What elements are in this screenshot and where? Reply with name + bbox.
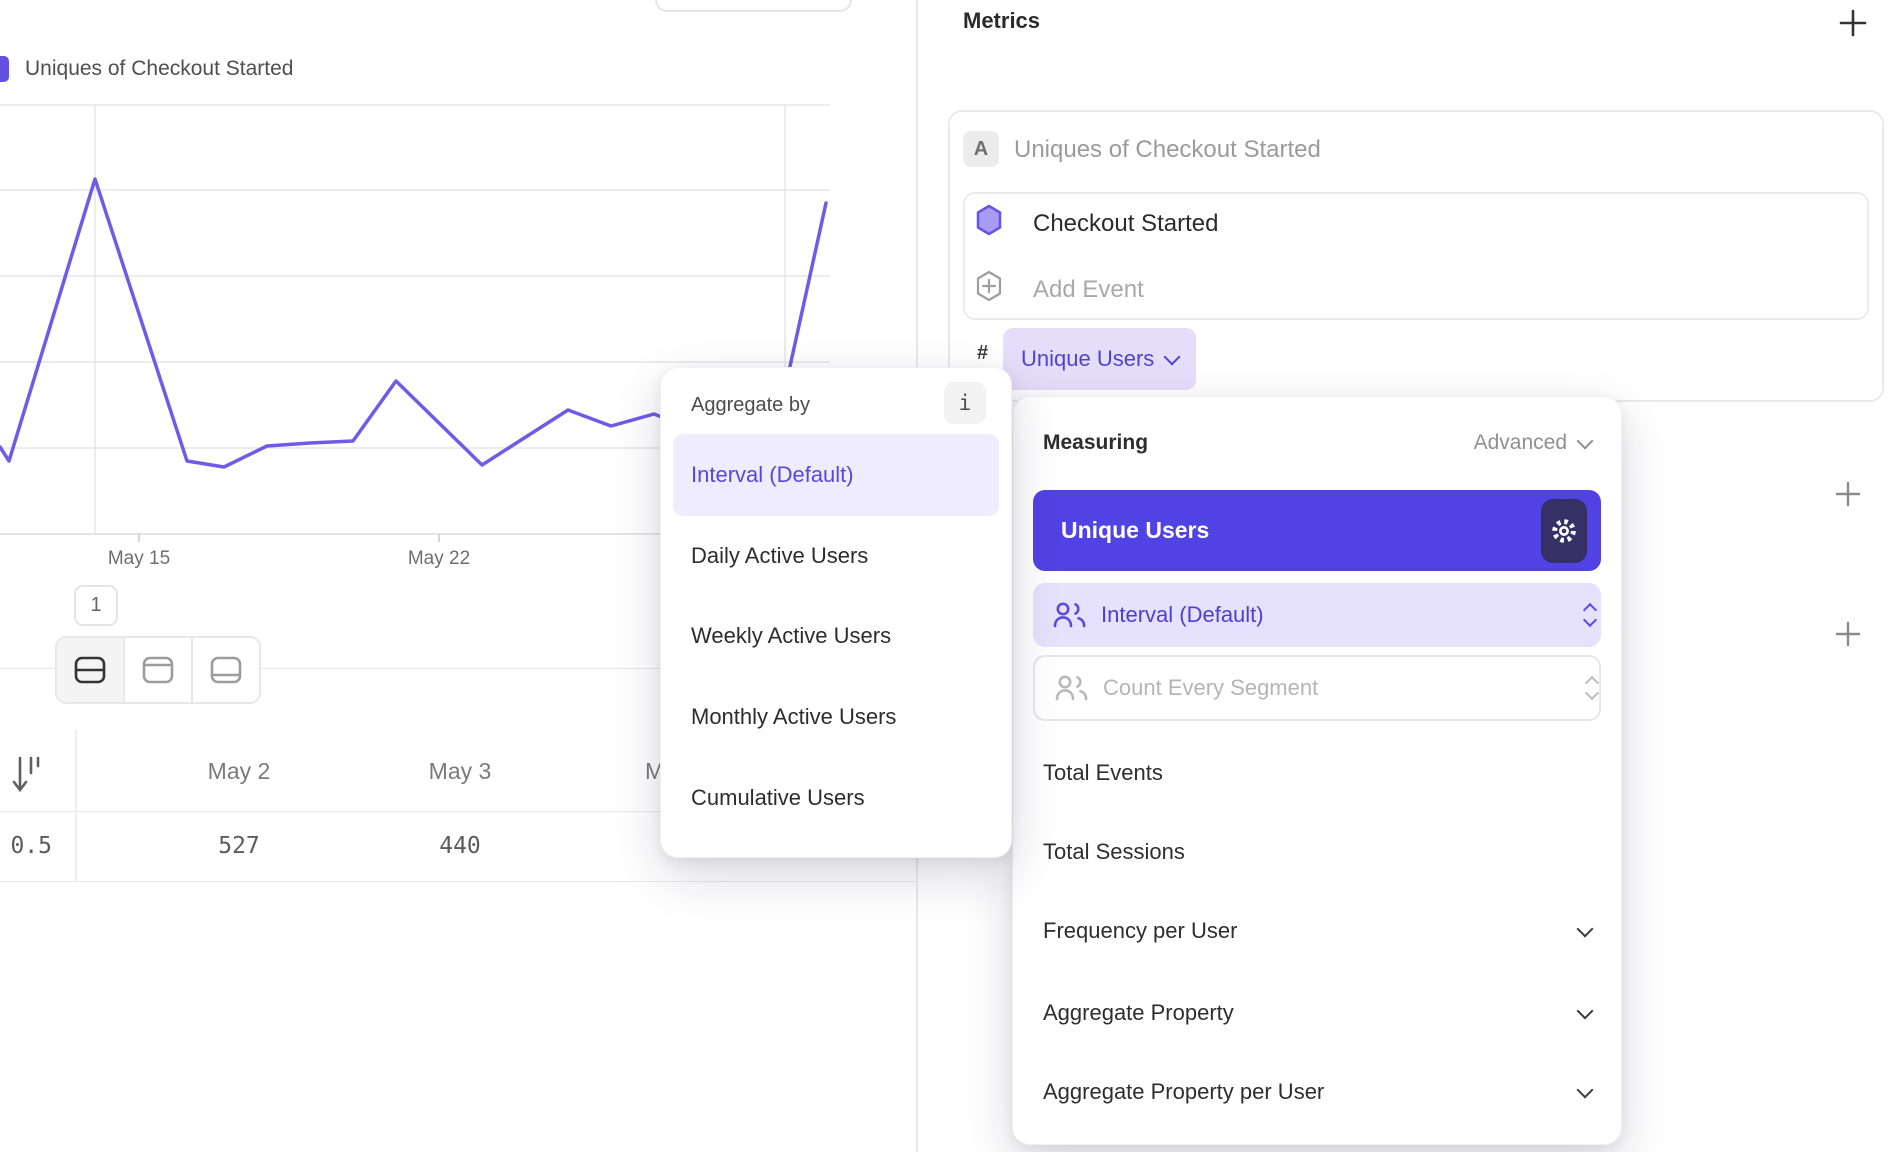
info-button[interactable]: i bbox=[944, 382, 986, 424]
chart-legend-item[interactable]: Uniques of Checkout Started bbox=[0, 56, 294, 82]
aggregate-option-monthly-active-users[interactable]: Monthly Active Users bbox=[691, 704, 896, 730]
x-axis-tick-label: May 22 bbox=[379, 548, 499, 570]
top-panel-icon bbox=[142, 656, 174, 684]
table-header-cell[interactable]: May 2 bbox=[159, 758, 319, 785]
count-every-segment-label: Count Every Segment bbox=[1103, 675, 1318, 701]
bottom-panel-icon bbox=[210, 656, 242, 684]
option-label: Total Sessions bbox=[1043, 839, 1185, 865]
legend-label: Uniques of Checkout Started bbox=[25, 57, 294, 81]
chevron-down-icon bbox=[1577, 1003, 1594, 1020]
measuring-option-total-sessions[interactable]: Total Sessions bbox=[1043, 822, 1591, 882]
settings-button[interactable] bbox=[1541, 499, 1587, 563]
measuring-option-unique-users[interactable]: Unique Users bbox=[1033, 490, 1601, 571]
table-column-divider bbox=[75, 730, 77, 881]
table-header-cell[interactable]: May 3 bbox=[380, 758, 540, 785]
measurement-chip-label: Unique Users bbox=[1021, 346, 1154, 372]
count-every-segment-selector[interactable]: Count Every Segment bbox=[1033, 655, 1601, 721]
table-row-border bbox=[0, 881, 917, 882]
interval-label: Interval (Default) bbox=[1101, 602, 1264, 628]
option-label: Aggregate Property per User bbox=[1043, 1079, 1324, 1105]
metric-title[interactable]: Uniques of Checkout Started bbox=[1014, 136, 1321, 164]
layout-bottom-panel-button[interactable] bbox=[191, 638, 259, 702]
option-label: Frequency per User bbox=[1043, 918, 1237, 944]
measuring-option-frequency-per-user[interactable]: Frequency per User bbox=[1043, 901, 1591, 961]
measuring-title: Measuring bbox=[1043, 431, 1148, 455]
add-event-button[interactable]: Add Event bbox=[1033, 276, 1144, 304]
measuring-option-aggregate-property-per-user[interactable]: Aggregate Property per User bbox=[1043, 1062, 1591, 1122]
add-row-button[interactable] bbox=[1834, 620, 1862, 648]
chevron-down-icon bbox=[1577, 921, 1594, 938]
aggregate-by-title: Aggregate by bbox=[691, 394, 810, 417]
aggregate-option-weekly-active-users[interactable]: Weekly Active Users bbox=[691, 623, 891, 649]
toolbar-button-partial[interactable] bbox=[655, 0, 852, 12]
hash-symbol: # bbox=[977, 342, 988, 365]
measurement-chip[interactable]: Unique Users bbox=[1003, 328, 1196, 390]
users-icon bbox=[1053, 601, 1087, 629]
event-name[interactable]: Checkout Started bbox=[1033, 210, 1218, 238]
users-icon bbox=[1055, 674, 1089, 702]
unique-users-label: Unique Users bbox=[1033, 517, 1209, 544]
split-rows-icon bbox=[74, 656, 106, 684]
option-label: Total Events bbox=[1043, 760, 1163, 786]
insights-canvas: Uniques of Checkout Started May 15 May 2… bbox=[0, 0, 1898, 1152]
table-cell[interactable]: 527 bbox=[159, 833, 319, 859]
advanced-toggle[interactable]: Advanced bbox=[1474, 431, 1591, 455]
layout-toolbar bbox=[55, 636, 261, 704]
info-icon: i bbox=[959, 391, 972, 415]
layout-split-rows-button[interactable] bbox=[57, 638, 123, 702]
interval-selector[interactable]: Interval (Default) bbox=[1033, 583, 1601, 647]
layout-top-panel-button[interactable] bbox=[123, 638, 191, 702]
aggregate-by-popover: Aggregate by i Interval (Default) Daily … bbox=[660, 367, 1012, 858]
sort-icon[interactable] bbox=[12, 753, 42, 797]
legend-swatch-icon bbox=[0, 56, 9, 82]
gear-icon bbox=[1550, 517, 1578, 545]
chevron-down-icon bbox=[1164, 349, 1181, 366]
option-label: Aggregate Property bbox=[1043, 1000, 1234, 1026]
chevrons-updown-icon bbox=[1585, 601, 1595, 625]
aggregate-option-cumulative-users[interactable]: Cumulative Users bbox=[691, 785, 865, 811]
add-metric-button[interactable] bbox=[1838, 8, 1868, 38]
measuring-option-aggregate-property[interactable]: Aggregate Property bbox=[1043, 983, 1591, 1043]
measuring-option-total-events[interactable]: Total Events bbox=[1043, 743, 1591, 803]
chevrons-updown-icon bbox=[1587, 674, 1597, 698]
table-row-label: 0.5 bbox=[0, 833, 52, 859]
series-page-chip[interactable]: 1 bbox=[74, 585, 118, 626]
event-hexagon-icon bbox=[975, 204, 1003, 236]
aggregate-option-daily-active-users[interactable]: Daily Active Users bbox=[691, 543, 868, 569]
metrics-panel-title: Metrics bbox=[963, 8, 1040, 34]
add-row-button[interactable] bbox=[1834, 480, 1862, 508]
advanced-label: Advanced bbox=[1474, 431, 1567, 455]
chevron-down-icon bbox=[1577, 1082, 1594, 1099]
add-event-icon bbox=[975, 270, 1003, 302]
table-cell[interactable]: 440 bbox=[380, 833, 540, 859]
aggregate-option-label: Interval (Default) bbox=[691, 462, 854, 488]
x-axis-tick-label: May 15 bbox=[79, 548, 199, 570]
aggregate-option-interval[interactable]: Interval (Default) bbox=[673, 434, 999, 516]
measuring-popover: Measuring Advanced Unique Users bbox=[1012, 396, 1622, 1145]
metric-letter-badge: A bbox=[963, 131, 999, 167]
chevron-down-icon bbox=[1577, 433, 1594, 450]
